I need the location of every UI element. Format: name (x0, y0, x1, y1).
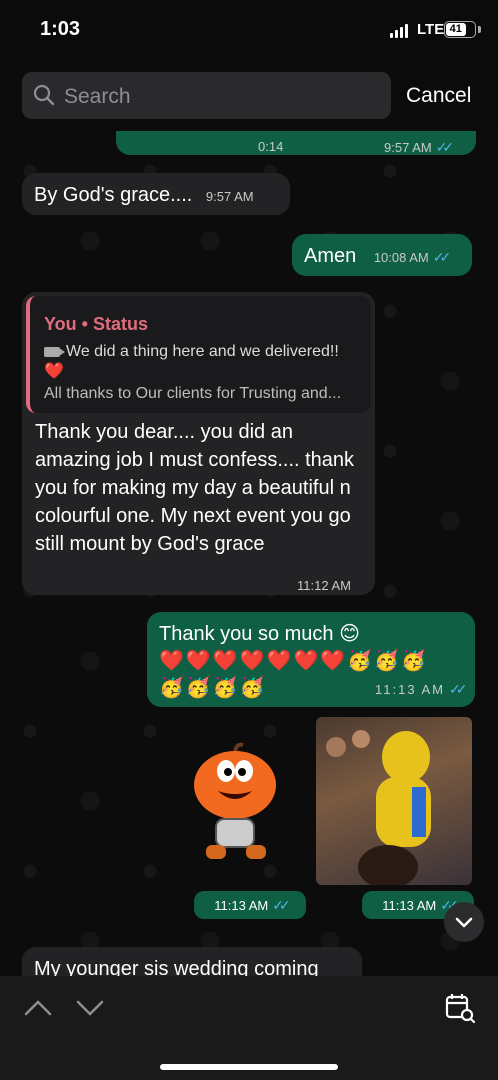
home-indicator[interactable] (160, 1064, 338, 1070)
scroll-down-button[interactable] (444, 902, 484, 942)
network-label: LTE (417, 21, 445, 38)
battery-icon: 41 (444, 21, 476, 38)
message-grace[interactable]: By God's grace.... 9:57 AM (22, 173, 290, 215)
costume-figure-image (326, 730, 431, 885)
quoted-status[interactable]: You • Status We did a thing here and we … (26, 296, 371, 413)
video-duration: 0:14 (258, 139, 284, 154)
emoji-row-2: 🥳🥳🥳🥳 11:13 AM ✓✓ (159, 675, 468, 702)
message-thank-you-so-much[interactable]: Thank you so much 😊 ❤️❤️❤️❤️❤️❤️❤️🥳🥳🥳 🥳🥳… (147, 612, 475, 707)
emoji-row-1: ❤️❤️❤️❤️❤️❤️❤️🥳🥳🥳 (159, 650, 429, 672)
message-time: 9:57 AM ✓✓ (384, 139, 455, 155)
chevron-down-icon[interactable] (76, 998, 104, 1018)
message-thank-you-dear[interactable]: You • Status We did a thing here and we … (22, 292, 375, 595)
battery-level: 41 (446, 23, 466, 36)
chevron-up-icon[interactable] (24, 998, 52, 1018)
message-time: 10:08 AM ✓✓ (373, 249, 452, 265)
message-text: Thank you so much 😊 (159, 623, 360, 645)
signal-icon (390, 24, 408, 38)
message-wedding[interactable]: My younger sis wedding coming (22, 947, 362, 976)
chevron-down-icon (455, 917, 473, 928)
battery-cap (478, 26, 481, 33)
message-text: Thank you dear.... you did an amazing jo… (35, 421, 355, 555)
bottom-toolbar (0, 976, 498, 1080)
message-text: My younger sis wedding coming (34, 958, 319, 976)
clock: 1:03 (40, 18, 81, 40)
video-thumbnail[interactable] (316, 717, 472, 885)
double-tick-icon: ✓✓ (272, 897, 291, 913)
message-text: Amen (304, 245, 357, 267)
video-camera-icon (44, 346, 65, 357)
status-bar: 1:03 LTE 41 (0, 0, 498, 60)
cancel-button[interactable]: Cancel (406, 84, 471, 108)
message-text: By God's grace.... (34, 184, 193, 206)
search-icon (33, 84, 55, 106)
message-amen[interactable]: Amen 10:08 AM ✓✓ (292, 234, 472, 276)
pumpkin-sticker[interactable] (188, 741, 283, 871)
double-tick-icon: ✓✓ (435, 139, 455, 155)
video-message[interactable]: 0:14 9:57 AM ✓✓ (116, 131, 476, 155)
message-time: 11:13 AM ✓✓ (375, 681, 468, 697)
sticker-time: 11:13 AM ✓✓ (194, 891, 306, 919)
quoted-text-2: All thanks to Our clients for Trusting a… (44, 385, 342, 402)
quoted-author: You • Status (44, 314, 148, 334)
chat-area[interactable]: 0:14 9:57 AM ✓✓ By God's grace.... 9:57 A… (0, 131, 498, 976)
quoted-text: We did a thing here and we delivered!! (44, 338, 339, 366)
search-placeholder: Search (64, 85, 131, 108)
message-time: 9:57 AM (205, 189, 254, 204)
search-input[interactable]: Search (22, 72, 391, 119)
double-tick-icon: ✓✓ (432, 249, 452, 265)
calendar-search-icon[interactable] (444, 992, 476, 1024)
double-tick-icon: ✓✓ (448, 681, 468, 697)
message-time: 11:12 AM (297, 578, 351, 593)
